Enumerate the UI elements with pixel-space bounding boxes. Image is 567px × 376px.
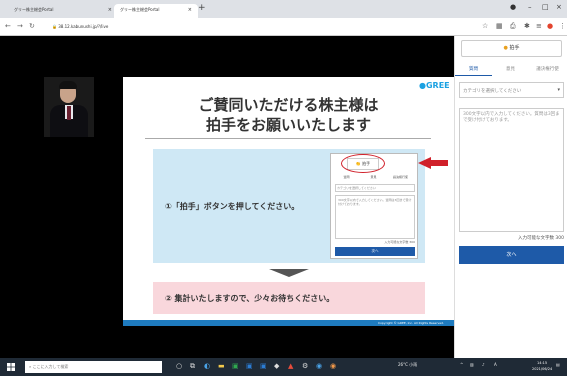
gree-logo: ●GREE	[419, 81, 450, 90]
edge-icon[interactable]: ◐	[204, 362, 210, 370]
word-icon[interactable]: ▣	[260, 362, 267, 370]
menu-icon[interactable]: ⋮	[559, 22, 566, 30]
weather-status[interactable]: 26°C 小雨	[398, 362, 417, 368]
app-icon[interactable]: ◆	[274, 362, 279, 370]
next-button[interactable]: 次へ	[459, 246, 564, 264]
clock[interactable]: 14:15 2021/06/24	[532, 360, 552, 372]
clap-icon: ●	[503, 45, 508, 51]
mini-tabs: 質問 意見 議決権行使	[343, 175, 408, 179]
tab-voting[interactable]: 議決権行使	[529, 66, 566, 72]
mini-next-button: 次へ	[335, 247, 415, 256]
clap-label: 拍手	[509, 45, 520, 51]
lock-icon: 🔒	[52, 24, 57, 29]
tab-question[interactable]: 質問	[455, 66, 492, 76]
tray-up-icon[interactable]: ^	[460, 362, 463, 367]
interaction-panel: ● 拍手 質問 意見 議決権行使 カテゴリを選択してください ▾ 300文字以内…	[454, 36, 567, 358]
slide-title: ご賛同いただける株主様は 拍手をお願いいたします	[198, 96, 379, 134]
mini-panel-illustration: 👏 拍手 質問 意見 議決権行使 カテゴリを選択してください 300文字以内で入力し…	[330, 153, 418, 259]
close-tab-icon[interactable]: ×	[188, 7, 192, 13]
chevron-down-icon: ▾	[557, 87, 560, 93]
divider	[145, 138, 431, 139]
chrome-icon[interactable]: ◉	[330, 362, 336, 370]
notification-icon[interactable]: ▤	[556, 362, 560, 367]
windows-start-icon[interactable]	[7, 363, 15, 371]
url-text: 38.12.kabunushi.jp/?/live	[58, 24, 109, 29]
forward-icon[interactable]: →	[17, 22, 23, 30]
step2-text: ② 集計いたしますので、少々お待ちください。	[165, 294, 335, 303]
print-icon[interactable]: ⎙	[510, 22, 516, 31]
clap-button[interactable]: ● 拍手	[461, 40, 562, 57]
message-textarea[interactable]: 300文字以内で入力してください。質問は3回まで受け付けております。	[459, 108, 564, 232]
copyright: Copyright © GREE, Inc. All Rights Reserv…	[377, 321, 444, 325]
tab-title: グリー株主総会Portal	[14, 7, 54, 12]
minimize-icon[interactable]: –	[528, 3, 532, 11]
browser-tab-bar: グリー株主総会Portal × グリー株主総会Portal × + ● – □ …	[0, 0, 567, 18]
task-view-icon[interactable]: ⧉	[190, 362, 195, 371]
star-icon[interactable]: ☆	[482, 22, 488, 30]
close-window-icon[interactable]: ×	[556, 3, 562, 11]
taskbar: ⌕ ここに入力して検索 ○ ⧉ ◐ ▬ ▣ ▣ ▣ ◆ ▲ ⚙ ◉ ◉ 26°C…	[0, 358, 567, 376]
browser-tab-active[interactable]: グリー株主総会Portal ×	[114, 4, 198, 18]
taskbar-search[interactable]: ⌕ ここに入力して検索	[25, 361, 162, 373]
browser-tab[interactable]: グリー株主総会Portal ×	[8, 4, 118, 18]
char-count: 入力可能な文字数 300	[517, 236, 564, 241]
red-arrow-icon	[418, 157, 448, 169]
search-icon: ⌕	[29, 364, 32, 369]
excel-icon[interactable]: ▣	[232, 362, 239, 370]
settings-icon[interactable]: ⚙	[302, 362, 308, 370]
explorer-icon[interactable]: ▬	[218, 362, 225, 370]
tab-opinion[interactable]: 意見	[492, 66, 529, 72]
close-tab-icon[interactable]: ×	[108, 7, 112, 13]
category-placeholder: カテゴリを選択してください	[463, 89, 522, 94]
maximize-icon[interactable]: □	[542, 3, 549, 11]
panel-tabs: 質問 意見 議決権行使	[455, 66, 567, 76]
mini-char-count: 入力可能な文字数 300	[384, 240, 415, 244]
new-tab-icon[interactable]: +	[198, 3, 206, 13]
back-icon[interactable]: ←	[5, 22, 11, 30]
slide-footer: Copyright © GREE, Inc. All Rights Reserv…	[123, 320, 454, 326]
highlight-circle	[341, 154, 385, 173]
mini-textarea: 300文字以内で入力してください。質問は3回まで受け付けております。	[335, 195, 415, 239]
category-select[interactable]: カテゴリを選択してください ▾	[459, 82, 564, 98]
address-bar-row: ← → ↻ 🔒 38.12.kabunushi.jp/?/live ☆ ▦ ⎙ …	[0, 18, 567, 36]
ime-icon[interactable]: A	[494, 362, 497, 367]
down-arrow-icon	[269, 269, 309, 277]
account-icon[interactable]: ●	[547, 22, 553, 30]
cortana-icon[interactable]: ○	[176, 362, 182, 370]
url-field[interactable]: 🔒 38.12.kabunushi.jp/?/live	[48, 21, 448, 33]
presenter-video	[44, 77, 94, 137]
app-icon[interactable]: ◉	[316, 362, 322, 370]
extension-icon[interactable]: ▦	[496, 22, 503, 30]
network-icon[interactable]: ▥	[470, 362, 474, 367]
step1-box: ①「拍手」ボタンを押してください。 👏 拍手 質問 意見 議決権行使 カテゴリを選択…	[153, 149, 448, 263]
step2-box: ② 集計いたしますので、少々お待ちください。	[153, 282, 425, 314]
volume-icon[interactable]: ♪	[482, 362, 485, 367]
reload-icon[interactable]: ↻	[29, 22, 35, 30]
outlook-icon[interactable]: ▣	[246, 362, 253, 370]
tab-title: グリー株主総会Portal	[120, 7, 160, 12]
reading-list-icon[interactable]: ≡	[536, 22, 542, 30]
step1-text: ①「拍手」ボタンを押してください。	[165, 202, 300, 211]
app-icon[interactable]: ▲	[288, 362, 293, 370]
puzzle-icon[interactable]: ✱	[524, 22, 530, 30]
mini-category-select: カテゴリを選択してください	[335, 184, 415, 192]
presentation-slide: ●GREE ご賛同いただける株主様は 拍手をお願いいたします ①「拍手」ボタンを…	[123, 77, 454, 326]
profile-icon[interactable]: ●	[510, 3, 516, 11]
